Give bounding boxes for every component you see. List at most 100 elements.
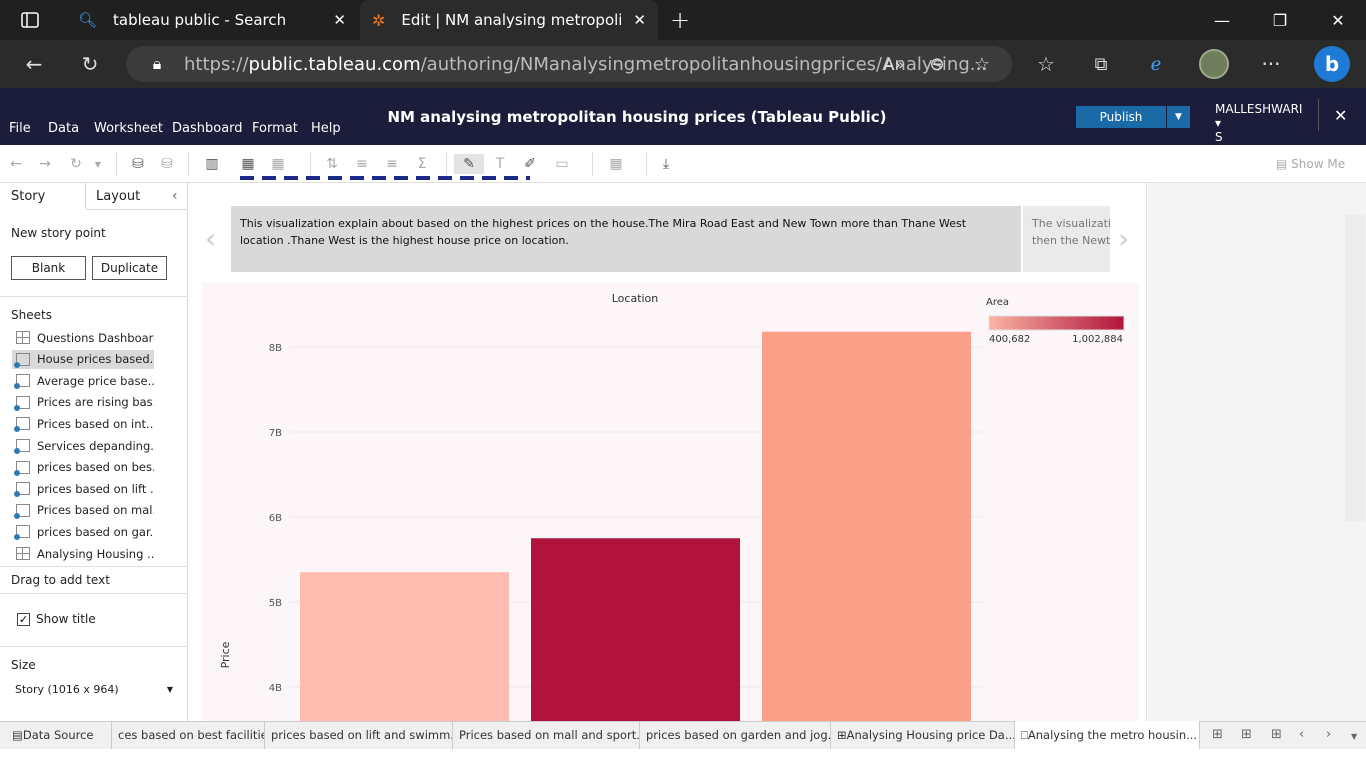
sheet-item[interactable]: Average price base... [12, 371, 154, 390]
scroll-left-icon[interactable]: ‹ [1299, 727, 1304, 742]
sheet-item-label: Average price base... [37, 373, 154, 388]
tab-layout[interactable]: Layout [96, 189, 140, 204]
sheet-item-label: prices based on gar... [37, 524, 154, 539]
toolbar-divider [116, 152, 117, 176]
bar[interactable] [300, 572, 509, 721]
profile-avatar[interactable] [1198, 48, 1230, 80]
show-title-checkbox[interactable]: ✓ [17, 613, 30, 626]
sheet-tab[interactable]: ▤ Data Source [6, 721, 112, 749]
sheet-item[interactable]: Services depanding... [12, 436, 154, 455]
new-dashboard-tab-icon[interactable]: ⊞ [1241, 727, 1252, 742]
blank-button[interactable]: Blank [11, 256, 86, 280]
show-me-button[interactable]: ▤ Show Me [1276, 157, 1345, 171]
fit-icon[interactable]: ▭ [552, 154, 572, 174]
sheet-tab-label: Analysing Housing price Da... [846, 728, 1015, 742]
next-story-point-icon[interactable]: › [1118, 222, 1129, 255]
download-icon[interactable]: ⤓ [656, 154, 676, 174]
clear-sheet-icon[interactable]: ▦ [268, 154, 288, 174]
sheet-tab[interactable]: Prices based on mall and sport... [453, 721, 640, 749]
sheet-item[interactable]: Prices are rising bas... [12, 393, 154, 412]
toolbar-divider [646, 152, 647, 176]
sheet-tab[interactable]: prices based on lift and swimm... [265, 721, 453, 749]
close-tab-icon[interactable]: ✕ [333, 11, 346, 29]
browser-tab-tableau[interactable]: ✲ Edit | NM analysing metropolitan ✕ [360, 0, 658, 40]
tab-story-label[interactable]: Story [11, 189, 45, 204]
replay-dropdown-icon[interactable]: ▼ [88, 154, 108, 174]
previous-story-point-icon[interactable]: ‹ [205, 222, 216, 255]
new-data-source-icon[interactable]: ⛁ [128, 154, 148, 174]
tabs-menu-icon[interactable]: ▼ [1351, 732, 1357, 741]
sheet-item[interactable]: prices based on lift ... [12, 479, 154, 498]
new-worksheet-tab-icon[interactable]: ⊞ [1212, 727, 1223, 742]
user-menu[interactable]: MALLESHWARI ▾ S [1215, 102, 1310, 144]
highlight-icon[interactable]: ✎ [454, 154, 484, 174]
collapse-pane-icon[interactable]: ‹ [172, 188, 178, 204]
collections-icon[interactable]: ⧉ [1085, 48, 1117, 80]
sheet-item[interactable]: House prices based... [12, 349, 154, 369]
sheet-item[interactable]: prices based on gar... [12, 522, 154, 541]
new-worksheet-icon[interactable]: ▥ [202, 154, 222, 174]
sheet-item[interactable]: Prices based on mal... [12, 501, 154, 520]
sort-ascending-icon[interactable]: ≡ [352, 154, 372, 174]
bing-icon[interactable]: b [1314, 46, 1350, 82]
sheet-item-label: House prices based... [37, 352, 154, 367]
refresh-icon[interactable]: ↻ [74, 48, 106, 80]
bar[interactable] [762, 331, 971, 721]
totals-icon[interactable]: Σ [412, 154, 432, 174]
story-point-caption-next[interactable]: The visualizati then the Newto [1023, 206, 1110, 272]
new-story-tab-icon[interactable]: ⊞ [1271, 727, 1282, 742]
worksheet-icon [14, 482, 30, 498]
new-tab-icon[interactable]: + [652, 0, 708, 40]
lock-icon[interactable]: 🔒︎ [141, 48, 173, 80]
publish-button[interactable]: Publish [1076, 106, 1166, 128]
presentation-icon[interactable]: ▦ [606, 154, 626, 174]
undo-icon[interactable]: ← [6, 154, 26, 174]
swap-icon[interactable]: ⇅ [322, 154, 342, 174]
browser-tab-search[interactable]: 🔍︎ tableau public - Search ✕ [60, 0, 356, 40]
sheet-item[interactable]: Analysing Housing ... [12, 544, 154, 563]
edge-icon[interactable]: ℯ [1140, 48, 1172, 80]
workspaces-icon[interactable] [2, 0, 58, 40]
sheet-tab[interactable]: ces based on best facilities [112, 721, 265, 749]
size-dropdown[interactable]: Story (1016 x 964) ▼ [11, 680, 173, 698]
legend-color-ramp [988, 315, 1125, 331]
sort-descending-icon[interactable]: ≡ [382, 154, 402, 174]
worksheet-icon [14, 460, 30, 476]
sheets-heading: Sheets [11, 308, 52, 322]
add-favorite-icon[interactable]: ☆ [966, 48, 998, 80]
format-workbook-icon[interactable]: ✐ [520, 154, 540, 174]
labels-icon[interactable]: T [490, 154, 510, 174]
vertical-scrollbar[interactable] [1345, 215, 1365, 521]
duplicate-sheet-icon[interactable]: ▦ [238, 154, 258, 174]
drag-text-item[interactable]: Drag to add text [11, 573, 110, 587]
sheet-item[interactable]: Questions Dashboard [12, 328, 154, 347]
minimize-icon[interactable]: — [1194, 0, 1250, 40]
sheet-tab[interactable]: ⊞ Analysing Housing price Da... [831, 721, 1015, 749]
story-point-caption-active[interactable]: This visualization explain about based o… [231, 206, 1021, 272]
sheet-item[interactable]: Prices based on int... [12, 414, 154, 433]
pause-updates-icon[interactable]: ⛁ [157, 154, 177, 174]
restore-icon[interactable]: ❐ [1252, 0, 1308, 40]
read-aloud-icon[interactable]: A» [878, 48, 910, 80]
caption-next-line: The visualizati [1032, 217, 1110, 230]
sheet-tab[interactable]: ⎕ Analysing the metro housin... [1015, 721, 1200, 749]
more-icon[interactable]: ··· [1255, 48, 1287, 80]
zoom-icon[interactable]: ⊖ [921, 48, 953, 80]
sheet-item-label: Prices based on mal... [37, 503, 154, 518]
bar[interactable] [531, 538, 740, 721]
duplicate-button[interactable]: Duplicate [92, 256, 167, 280]
sheet-item[interactable]: prices based on bes... [12, 458, 154, 477]
scroll-right-icon[interactable]: › [1326, 727, 1331, 742]
replay-icon[interactable]: ↻ [66, 154, 86, 174]
back-icon[interactable]: ← [18, 48, 50, 80]
close-editor-icon[interactable]: ✕ [1334, 106, 1347, 125]
favorites-icon[interactable]: ☆ [1030, 48, 1062, 80]
close-tab-icon[interactable]: ✕ [633, 11, 646, 29]
url-host: public.tableau.com [248, 53, 421, 75]
legend-min-label: 400,682 [989, 334, 1030, 345]
sheet-tab[interactable]: prices based on garden and jog... [640, 721, 831, 749]
publish-dropdown-icon[interactable]: ▼ [1167, 106, 1190, 128]
y-tick-label: 8B [269, 343, 282, 354]
close-window-icon[interactable]: ✕ [1310, 0, 1366, 40]
redo-icon[interactable]: → [35, 154, 55, 174]
